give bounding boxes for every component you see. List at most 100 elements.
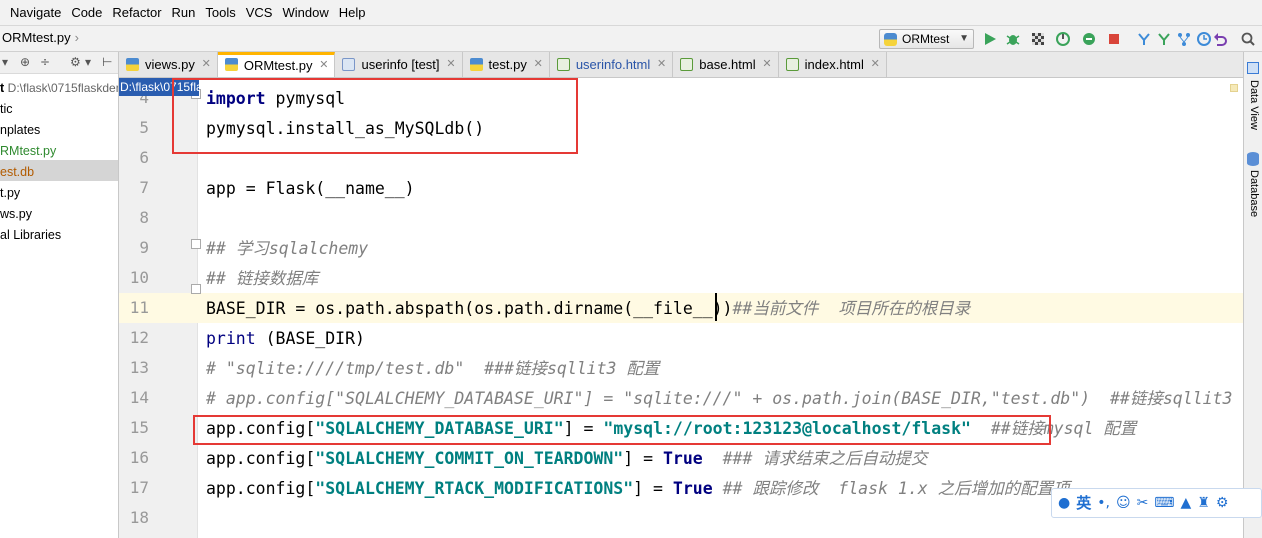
tree-item-ormtest[interactable]: RMtest.py (0, 141, 56, 162)
gear-icon[interactable]: ⚙ (70, 55, 81, 69)
profile-icon[interactable] (1055, 31, 1071, 47)
close-icon[interactable]: ✕ (202, 52, 211, 77)
close-icon[interactable]: ✕ (319, 55, 328, 76)
concurrency-icon[interactable] (1081, 31, 1097, 47)
tab-userinfo-test[interactable]: userinfo [test] ✕ (335, 52, 463, 77)
tree-item-test-py[interactable]: t.py (0, 183, 20, 204)
coverage-icon[interactable] (1030, 31, 1046, 47)
scroll-marker (1230, 84, 1238, 92)
menu-refactor[interactable]: Refactor (107, 0, 166, 26)
vcs-commit-icon[interactable] (1156, 31, 1172, 47)
python-file-icon (469, 58, 483, 71)
pycharm-window: Navigate Code Refactor Run Tools VCS Window Hel… (0, 0, 1262, 538)
project-root[interactable]: t D:\flask\0715flaskdemo\project (0, 78, 118, 99)
breadcrumb[interactable]: ORMtest.py › (2, 30, 79, 45)
line-number: 8 (139, 208, 149, 227)
code-line[interactable]: BASE_DIR = os.path.abspath(os.path.dirna… (206, 294, 970, 324)
target-icon[interactable]: ⊕ (20, 55, 30, 69)
code-line[interactable]: ## 链接数据库 (206, 264, 318, 294)
data-view-icon (1247, 62, 1259, 74)
tree-item-views[interactable]: ws.py (0, 204, 32, 225)
tree-item-test-db[interactable]: est.db (0, 162, 34, 183)
close-icon[interactable]: ✕ (534, 52, 543, 77)
breadcrumb-file[interactable]: ORMtest.py (2, 30, 71, 45)
gear-icon[interactable]: ⚙ (1216, 488, 1229, 518)
close-icon[interactable]: ✕ (657, 52, 666, 77)
line-number: 15 (129, 418, 149, 437)
run-config-label: ORMtest (902, 32, 950, 46)
tree-item-external-libraries[interactable]: al Libraries (0, 225, 61, 246)
highlight-box-pymysql (172, 78, 578, 154)
code-line[interactable]: print (BASE_DIR) (206, 324, 365, 354)
project-panel: ▾ ⊕ ÷ ⚙ ▾ ⊢ t D:\flask\0715flaskdemo\pro… (0, 52, 119, 538)
ime-language-toggle[interactable]: 英 (1076, 488, 1091, 518)
close-icon[interactable]: ✕ (762, 52, 771, 77)
close-icon[interactable]: ✕ (871, 52, 880, 77)
emoji-icon[interactable]: ☺ (1116, 488, 1131, 518)
run-config-select[interactable]: ORMtest ▼ (879, 29, 974, 49)
user-icon[interactable]: ● (1058, 488, 1070, 518)
tab-base-html[interactable]: base.html ✕ (673, 52, 779, 77)
menu-tools[interactable]: Tools (200, 0, 240, 26)
code-line[interactable]: ## 学习sqlalchemy (206, 234, 368, 264)
line-number: 5 (139, 118, 149, 137)
close-icon[interactable]: ✕ (446, 52, 455, 77)
run-icon[interactable] (982, 31, 998, 47)
tree-item-static[interactable]: tic (0, 99, 13, 120)
fold-marker[interactable] (191, 239, 201, 249)
stop-icon[interactable] (1106, 31, 1122, 47)
tab-userinfo-html[interactable]: userinfo.html ✕ (549, 52, 674, 77)
punctuation-icon[interactable]: •, (1097, 488, 1110, 518)
tab-label: test.py (488, 57, 527, 72)
ime-toolbar: ● 英 •, ☺ ✂ ⌨ ▲ ♜ ⚙ (1051, 488, 1262, 518)
menu-run[interactable]: Run (167, 0, 201, 26)
tab-views-py[interactable]: views.py ✕ (119, 52, 218, 77)
html-file-icon (785, 58, 799, 71)
tab-label: userinfo.html (575, 57, 651, 72)
database-tool[interactable]: Database (1248, 170, 1260, 217)
python-file-icon (126, 58, 139, 71)
search-icon[interactable] (1240, 31, 1256, 47)
collapse-icon[interactable]: ÷ (40, 55, 50, 69)
tree-item-templates[interactable]: nplates (0, 120, 40, 141)
highlight-box-database-uri (193, 415, 1051, 445)
vcs-update-icon[interactable] (1136, 31, 1152, 47)
code-line[interactable]: app.config["SQLALCHEMY_COMMIT_ON_TEARDOW… (206, 444, 927, 474)
data-view-tool[interactable]: Data View (1248, 80, 1260, 130)
tab-ormtest-py[interactable]: ORMtest.py ✕ (217, 52, 336, 77)
tab-index-html[interactable]: index.html ✕ (778, 52, 887, 77)
chevron-down-icon[interactable]: ▾ (2, 55, 8, 69)
menu-code[interactable]: Code (66, 0, 107, 26)
menu-vcs[interactable]: VCS (241, 0, 278, 26)
code-line[interactable]: # "sqlite:////tmp/test.db" ###链接sqllit3 … (206, 354, 659, 384)
tab-label: userinfo [test] (361, 57, 440, 72)
right-tool-strip: Data View Database (1243, 52, 1262, 538)
debug-icon[interactable] (1005, 31, 1021, 47)
line-number: 6 (139, 148, 149, 167)
menu-navigate[interactable]: Navigate (0, 0, 66, 26)
revert-icon[interactable] (1212, 31, 1228, 47)
vcs-compare-icon[interactable] (1176, 31, 1192, 47)
menu-help[interactable]: Help (334, 0, 371, 26)
settings-dropdown-icon[interactable]: ▾ (85, 55, 91, 69)
hide-icon[interactable]: ⊢ (102, 55, 112, 69)
fold-marker[interactable] (191, 284, 201, 294)
keyboard-icon[interactable]: ⌨ (1154, 488, 1174, 518)
code-line[interactable]: app = Flask(__name__) (206, 174, 415, 204)
code-line[interactable]: app.config["SQLALCHEMY_RTACK_MODIFICATIO… (206, 474, 1070, 504)
toolbar: ORMtest.py › ORMtest ▼ (0, 26, 1262, 52)
text-cursor (715, 293, 717, 321)
tab-test-py[interactable]: test.py ✕ (462, 52, 550, 77)
tab-label: base.html (699, 57, 756, 72)
skin-icon[interactable]: ▲ (1181, 488, 1192, 518)
scissors-icon[interactable]: ✂ (1137, 488, 1149, 518)
line-number: 12 (129, 328, 149, 347)
project-root-name: t (0, 81, 5, 95)
shirt-icon[interactable]: ♜ (1197, 488, 1210, 518)
line-number: 17 (129, 478, 149, 497)
menu-window[interactable]: Window (277, 0, 333, 26)
code-line[interactable]: # app.config["SQLALCHEMY_DATABASE_URI"] … (206, 384, 1232, 414)
vcs-history-icon[interactable] (1196, 31, 1212, 47)
tab-label: index.html (804, 57, 864, 72)
menu-bar: Navigate Code Refactor Run Tools VCS Window Hel… (0, 0, 1262, 26)
